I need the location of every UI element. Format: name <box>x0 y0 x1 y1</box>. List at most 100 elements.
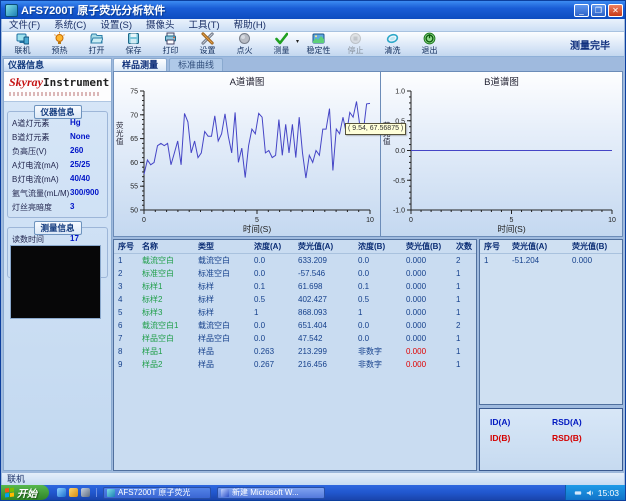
volume-tray-icon[interactable] <box>586 489 594 497</box>
toolbar-button-退出[interactable]: 退出 <box>411 32 448 56</box>
table-cell: 1 <box>250 308 294 317</box>
info-value: None <box>70 132 90 143</box>
table-row[interactable]: 7样品空白样品空白0.047.5420.00.0001 <box>114 332 476 345</box>
printer-icon <box>164 32 178 45</box>
svg-text:时间(S): 时间(S) <box>243 224 272 234</box>
cursor-tooltip: ( 9.54, 67.56875 ) <box>345 123 406 135</box>
toolbar-button-设置[interactable]: 设置 <box>189 32 226 56</box>
table-cell: 0.000 <box>402 269 452 278</box>
table-cell: 0.0 <box>354 321 402 330</box>
stat-label-ID(B): ID(B) <box>490 433 552 443</box>
toolbar-button-保存[interactable]: 保存 <box>115 32 152 56</box>
table-cell: 0.000 <box>402 334 452 343</box>
brand-logo: SkyrayInstrument <box>4 72 111 102</box>
toolbar-button-测量[interactable]: 测量▾ <box>263 32 300 56</box>
dropdown-arrow-icon[interactable]: ▾ <box>296 38 299 45</box>
app-icon <box>5 4 18 17</box>
chart-panel-b[interactable]: B道谱图荧光值-1.0-0.50.00.51.00510时间(S) <box>381 71 623 237</box>
toolbar: 联机预热打开保存打印设置点火测量▾稳定性停止清洗退出测量完毕 <box>2 32 624 57</box>
table-cell: 标准空白 <box>138 268 194 279</box>
app-window: AFS7200T 原子荧光分析软件 _ ❐ ✕ 文件(F)系统(C)设置(S)摄… <box>0 0 626 501</box>
chart-panel-a[interactable]: A道谱图荧光值5055606570750510时间(S) <box>113 71 381 237</box>
table-row[interactable]: 8样品1样品0.263213.299非数字0.0001 <box>114 345 476 358</box>
table-cell: 1 <box>114 256 138 265</box>
table-cell: 标样 <box>194 281 250 292</box>
column-header: 荧光值(B) <box>568 241 622 252</box>
window-title: AFS7200T 原子荧光分析软件 <box>21 2 574 18</box>
toolbar-button-label: 稳定性 <box>307 45 331 56</box>
table-cell: 1 <box>452 334 477 343</box>
toolbar-button-稳定性[interactable]: 稳定性 <box>300 32 337 56</box>
chart-plot[interactable]: -1.0-0.50.00.51.00510时间(S) <box>381 85 622 236</box>
table-cell: 651.404 <box>294 321 354 330</box>
info-row: 灯丝亮暗度3 <box>8 200 107 214</box>
stat-label-RSD(B): RSD(B) <box>552 433 622 443</box>
table-row[interactable]: 9样品2样品0.267216.456非数字0.0001 <box>114 358 476 371</box>
table-cell: 非数字 <box>354 359 402 370</box>
svg-text:0.0: 0.0 <box>395 148 405 155</box>
table-cell: 样品空白 <box>194 333 250 344</box>
toolbar-button-清洗[interactable]: 清洗 <box>374 32 411 56</box>
column-header: 名称 <box>138 241 194 252</box>
section-title: 仪器信息 <box>33 105 81 119</box>
table-cell: 0.000 <box>568 256 622 265</box>
toolbar-button-label: 保存 <box>126 45 142 56</box>
table-cell: 0.267 <box>250 360 294 369</box>
menu-item-4[interactable]: 摄像头 <box>139 19 182 31</box>
tab-样品测量[interactable]: 样品测量 <box>113 58 167 71</box>
show-desktop-icon[interactable] <box>69 488 78 497</box>
table-row[interactable]: 2标准空白标准空白0.0-57.5460.00.0001 <box>114 267 476 280</box>
media-player-icon[interactable] <box>81 488 90 497</box>
chart-plot[interactable]: 5055606570750510时间(S) <box>114 85 380 236</box>
minimize-button[interactable]: _ <box>574 4 589 17</box>
internet-icon[interactable] <box>57 488 66 497</box>
menu-item-2[interactable]: 系统(C) <box>47 19 93 31</box>
menu-item-3[interactable]: 设置(S) <box>93 19 139 31</box>
device-tray-icon[interactable] <box>574 489 582 497</box>
start-button[interactable]: 开始 <box>1 485 49 500</box>
toolbar-button-label: 退出 <box>422 45 438 56</box>
taskbar-task-afs[interactable]: AFS7200T 原子荧光 <box>103 487 211 499</box>
brand-logo-red: Skyray <box>9 75 43 89</box>
table-row[interactable]: 1载流空白载流空白0.0633.2090.00.0002 <box>114 254 476 267</box>
table-cell: 0.000 <box>402 282 452 291</box>
table-cell: 载流空白 <box>138 255 194 266</box>
toolbar-button-点火[interactable]: 点火 <box>226 32 263 56</box>
menu-bar: 文件(F)系统(C)设置(S)摄像头工具(T)帮助(H) <box>2 19 624 32</box>
tab-标准曲线[interactable]: 标准曲线 <box>169 58 223 71</box>
taskbar-task-word[interactable]: 新建 Microsoft W... <box>217 487 325 499</box>
table-cell: 2 <box>452 321 477 330</box>
table-row[interactable]: 3标样1标样0.161.6980.10.0001 <box>114 280 476 293</box>
sidebar-section-1: 仪器信息A道灯元素HgB道灯元素None负高压(V)260A灯电流(mA)25/… <box>7 111 108 218</box>
camera-view <box>10 245 101 319</box>
table-cell: 样品 <box>194 346 250 357</box>
toolbar-button-预热[interactable]: 预热 <box>41 32 78 56</box>
table-row[interactable]: 4标样2标样0.5402.4270.50.0001 <box>114 293 476 306</box>
menu-item-5[interactable]: 工具(T) <box>182 19 227 31</box>
sample-table: 序号名称类型浓度(A)荧光值(A)浓度(B)荧光值(B)次数1载流空白载流空白0… <box>113 239 477 471</box>
table-cell: 0.0 <box>354 269 402 278</box>
table-cell: 1 <box>452 295 477 304</box>
column-header: 荧光值(A) <box>508 241 568 252</box>
table-row[interactable]: 6载流空白1载流空白0.0651.4040.00.0002 <box>114 319 476 332</box>
table-cell: 1 <box>480 256 508 265</box>
info-label: A灯电流(mA) <box>12 160 70 171</box>
maximize-button[interactable]: ❐ <box>591 4 606 17</box>
toolbar-button-联机[interactable]: 联机 <box>4 32 41 56</box>
toolbar-button-打开[interactable]: 打开 <box>78 32 115 56</box>
series-line <box>144 102 370 179</box>
clean-icon <box>386 32 400 45</box>
close-button[interactable]: ✕ <box>608 4 623 17</box>
info-value: 260 <box>70 146 83 157</box>
info-label: B灯电流(mA) <box>12 174 70 185</box>
table-cell: 1 <box>452 308 477 317</box>
table-row[interactable]: 5标样3标样1868.09310.0001 <box>114 306 476 319</box>
menu-item-6[interactable]: 帮助(H) <box>227 19 273 31</box>
info-row: 负高压(V)260 <box>8 144 107 158</box>
table-cell: 0.5 <box>250 295 294 304</box>
menu-item-1[interactable]: 文件(F) <box>2 19 47 31</box>
table-row[interactable]: 1-51.2040.000 <box>480 254 622 267</box>
monitor-icon <box>16 32 30 45</box>
toolbar-button-打印[interactable]: 打印 <box>152 32 189 56</box>
taskbar-clock[interactable]: 15:03 <box>598 488 619 498</box>
